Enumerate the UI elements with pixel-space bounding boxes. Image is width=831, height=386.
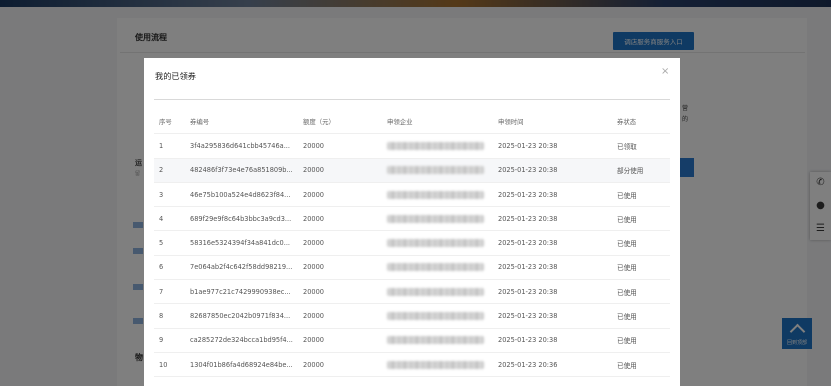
coupon-amount: 20000 (298, 352, 382, 378)
claim-time: 2025-01-23 20:36 (493, 352, 612, 378)
row-no: 7 (154, 279, 185, 305)
table-row[interactable]: 2 482486f3f73e4e76a851809b... 20000 2025… (154, 158, 670, 183)
redaction-blur (387, 141, 484, 150)
coupon-code: 689f29e9f8c64b3bbc3a9cd3... (185, 206, 298, 232)
coupon-status: 已使用 (612, 303, 670, 329)
redaction-blur (387, 287, 484, 296)
claim-time: 2025-01-23 20:38 (493, 158, 612, 183)
claim-time: 2025-01-23 20:38 (493, 230, 612, 256)
table-row[interactable]: 6 7e064ab2f4c642f58dd98219... 20000 2025… (154, 255, 670, 281)
close-icon[interactable]: × (661, 66, 669, 77)
company-name-redacted (382, 303, 493, 329)
coupon-status: 部分使用 (612, 158, 670, 183)
coupon-status: 已使用 (612, 279, 670, 305)
claim-time: 2025-01-23 20:38 (493, 279, 612, 305)
table-row[interactable]: 3 46e75b100a524e4d8623f84... 20000 2025-… (154, 182, 670, 208)
table-row[interactable]: 10 1304f01b86fa4d68924e84be... 20000 202… (154, 352, 670, 378)
column-header-company: 申领企业 (382, 110, 493, 135)
table-row[interactable]: 9 ca285272de324bcca1bd95f4... 20000 2025… (154, 328, 670, 353)
table-row[interactable]: 4 689f29e9f8c64b3bbc3a9cd3... 20000 2025… (154, 206, 670, 232)
table-header-row: 序号 券编号 额度（元） 申领企业 申领时间 券状态 (154, 110, 670, 135)
table-row[interactable]: 5 58316e5324394f34a841dc0... 20000 2025-… (154, 230, 670, 256)
modal-title: 我的已领券 (155, 71, 196, 81)
company-name-redacted (382, 133, 493, 159)
redaction-blur (387, 263, 484, 272)
redaction-blur (387, 190, 484, 199)
claim-time: 2025-01-23 20:38 (493, 182, 612, 208)
coupon-status: 已使用 (612, 255, 670, 281)
coupon-code: b1ae977c21c7429990938ec... (185, 279, 298, 305)
company-name-redacted (382, 255, 493, 281)
row-no: 3 (154, 182, 185, 208)
coupon-status: 已领取 (612, 133, 670, 159)
redaction-blur (387, 166, 484, 175)
coupon-code: 7e064ab2f4c642f58dd98219... (185, 255, 298, 281)
redaction-blur (387, 336, 484, 345)
modal-divider (154, 99, 670, 100)
coupon-status: 已使用 (612, 328, 670, 353)
claim-time: 2025-01-23 20:38 (493, 206, 612, 232)
company-name-redacted (382, 352, 493, 378)
coupon-code: 1304f01b86fa4d68924e84be... (185, 352, 298, 378)
company-name-redacted (382, 206, 493, 232)
coupon-amount: 20000 (298, 230, 382, 256)
coupon-amount: 20000 (298, 303, 382, 329)
redaction-blur (387, 239, 484, 248)
table-row[interactable]: 1 3f4a295836d641cbb45746a... 20000 2025-… (154, 133, 670, 159)
company-name-redacted (382, 158, 493, 183)
redaction-blur (387, 214, 484, 223)
column-header-time: 申领时间 (493, 110, 612, 135)
row-no: 5 (154, 230, 185, 256)
column-header-amount: 额度（元） (298, 110, 382, 135)
coupon-table: 序号 券编号 额度（元） 申领企业 申领时间 券状态 1 3f4a295836d… (154, 110, 670, 378)
row-no: 6 (154, 255, 185, 281)
coupon-code: 58316e5324394f34a841dc0... (185, 230, 298, 256)
coupon-amount: 20000 (298, 133, 382, 159)
coupon-amount: 20000 (298, 182, 382, 208)
company-name-redacted (382, 328, 493, 353)
coupon-code: ca285272de324bcca1bd95f4... (185, 328, 298, 353)
column-header-no: 序号 (154, 110, 185, 135)
redaction-blur (387, 312, 484, 321)
column-header-status: 券状态 (612, 110, 670, 135)
table-row[interactable]: 8 82687850ec2042b0971f834... 20000 2025-… (154, 303, 670, 329)
coupon-amount: 20000 (298, 158, 382, 183)
row-no: 1 (154, 133, 185, 159)
row-no: 4 (154, 206, 185, 232)
company-name-redacted (382, 230, 493, 256)
company-name-redacted (382, 279, 493, 305)
row-no: 10 (154, 352, 185, 378)
company-name-redacted (382, 182, 493, 208)
coupon-status: 已使用 (612, 352, 670, 378)
claim-time: 2025-01-23 20:38 (493, 303, 612, 329)
coupon-amount: 20000 (298, 255, 382, 281)
claim-time: 2025-01-23 20:38 (493, 255, 612, 281)
coupon-amount: 20000 (298, 206, 382, 232)
column-header-code: 券编号 (185, 110, 298, 135)
coupon-amount: 20000 (298, 279, 382, 305)
coupon-status: 已使用 (612, 230, 670, 256)
claim-time: 2025-01-23 20:38 (493, 328, 612, 353)
table-row[interactable]: 7 b1ae977c21c7429990938ec... 20000 2025-… (154, 279, 670, 305)
my-coupons-modal: 我的已领券 × 序号 券编号 额度（元） 申领企业 申领时间 券状态 1 3f4… (144, 58, 680, 386)
coupon-amount: 20000 (298, 328, 382, 353)
coupon-code: 46e75b100a524e4d8623f84... (185, 182, 298, 208)
coupon-code: 82687850ec2042b0971f834... (185, 303, 298, 329)
coupon-code: 3f4a295836d641cbb45746a... (185, 133, 298, 159)
coupon-code: 482486f3f73e4e76a851809b... (185, 158, 298, 183)
coupon-status: 已使用 (612, 206, 670, 232)
row-no: 9 (154, 328, 185, 353)
row-no: 8 (154, 303, 185, 329)
row-no: 2 (154, 158, 185, 183)
coupon-status: 已使用 (612, 182, 670, 208)
claim-time: 2025-01-23 20:38 (493, 133, 612, 159)
redaction-blur (387, 360, 484, 369)
